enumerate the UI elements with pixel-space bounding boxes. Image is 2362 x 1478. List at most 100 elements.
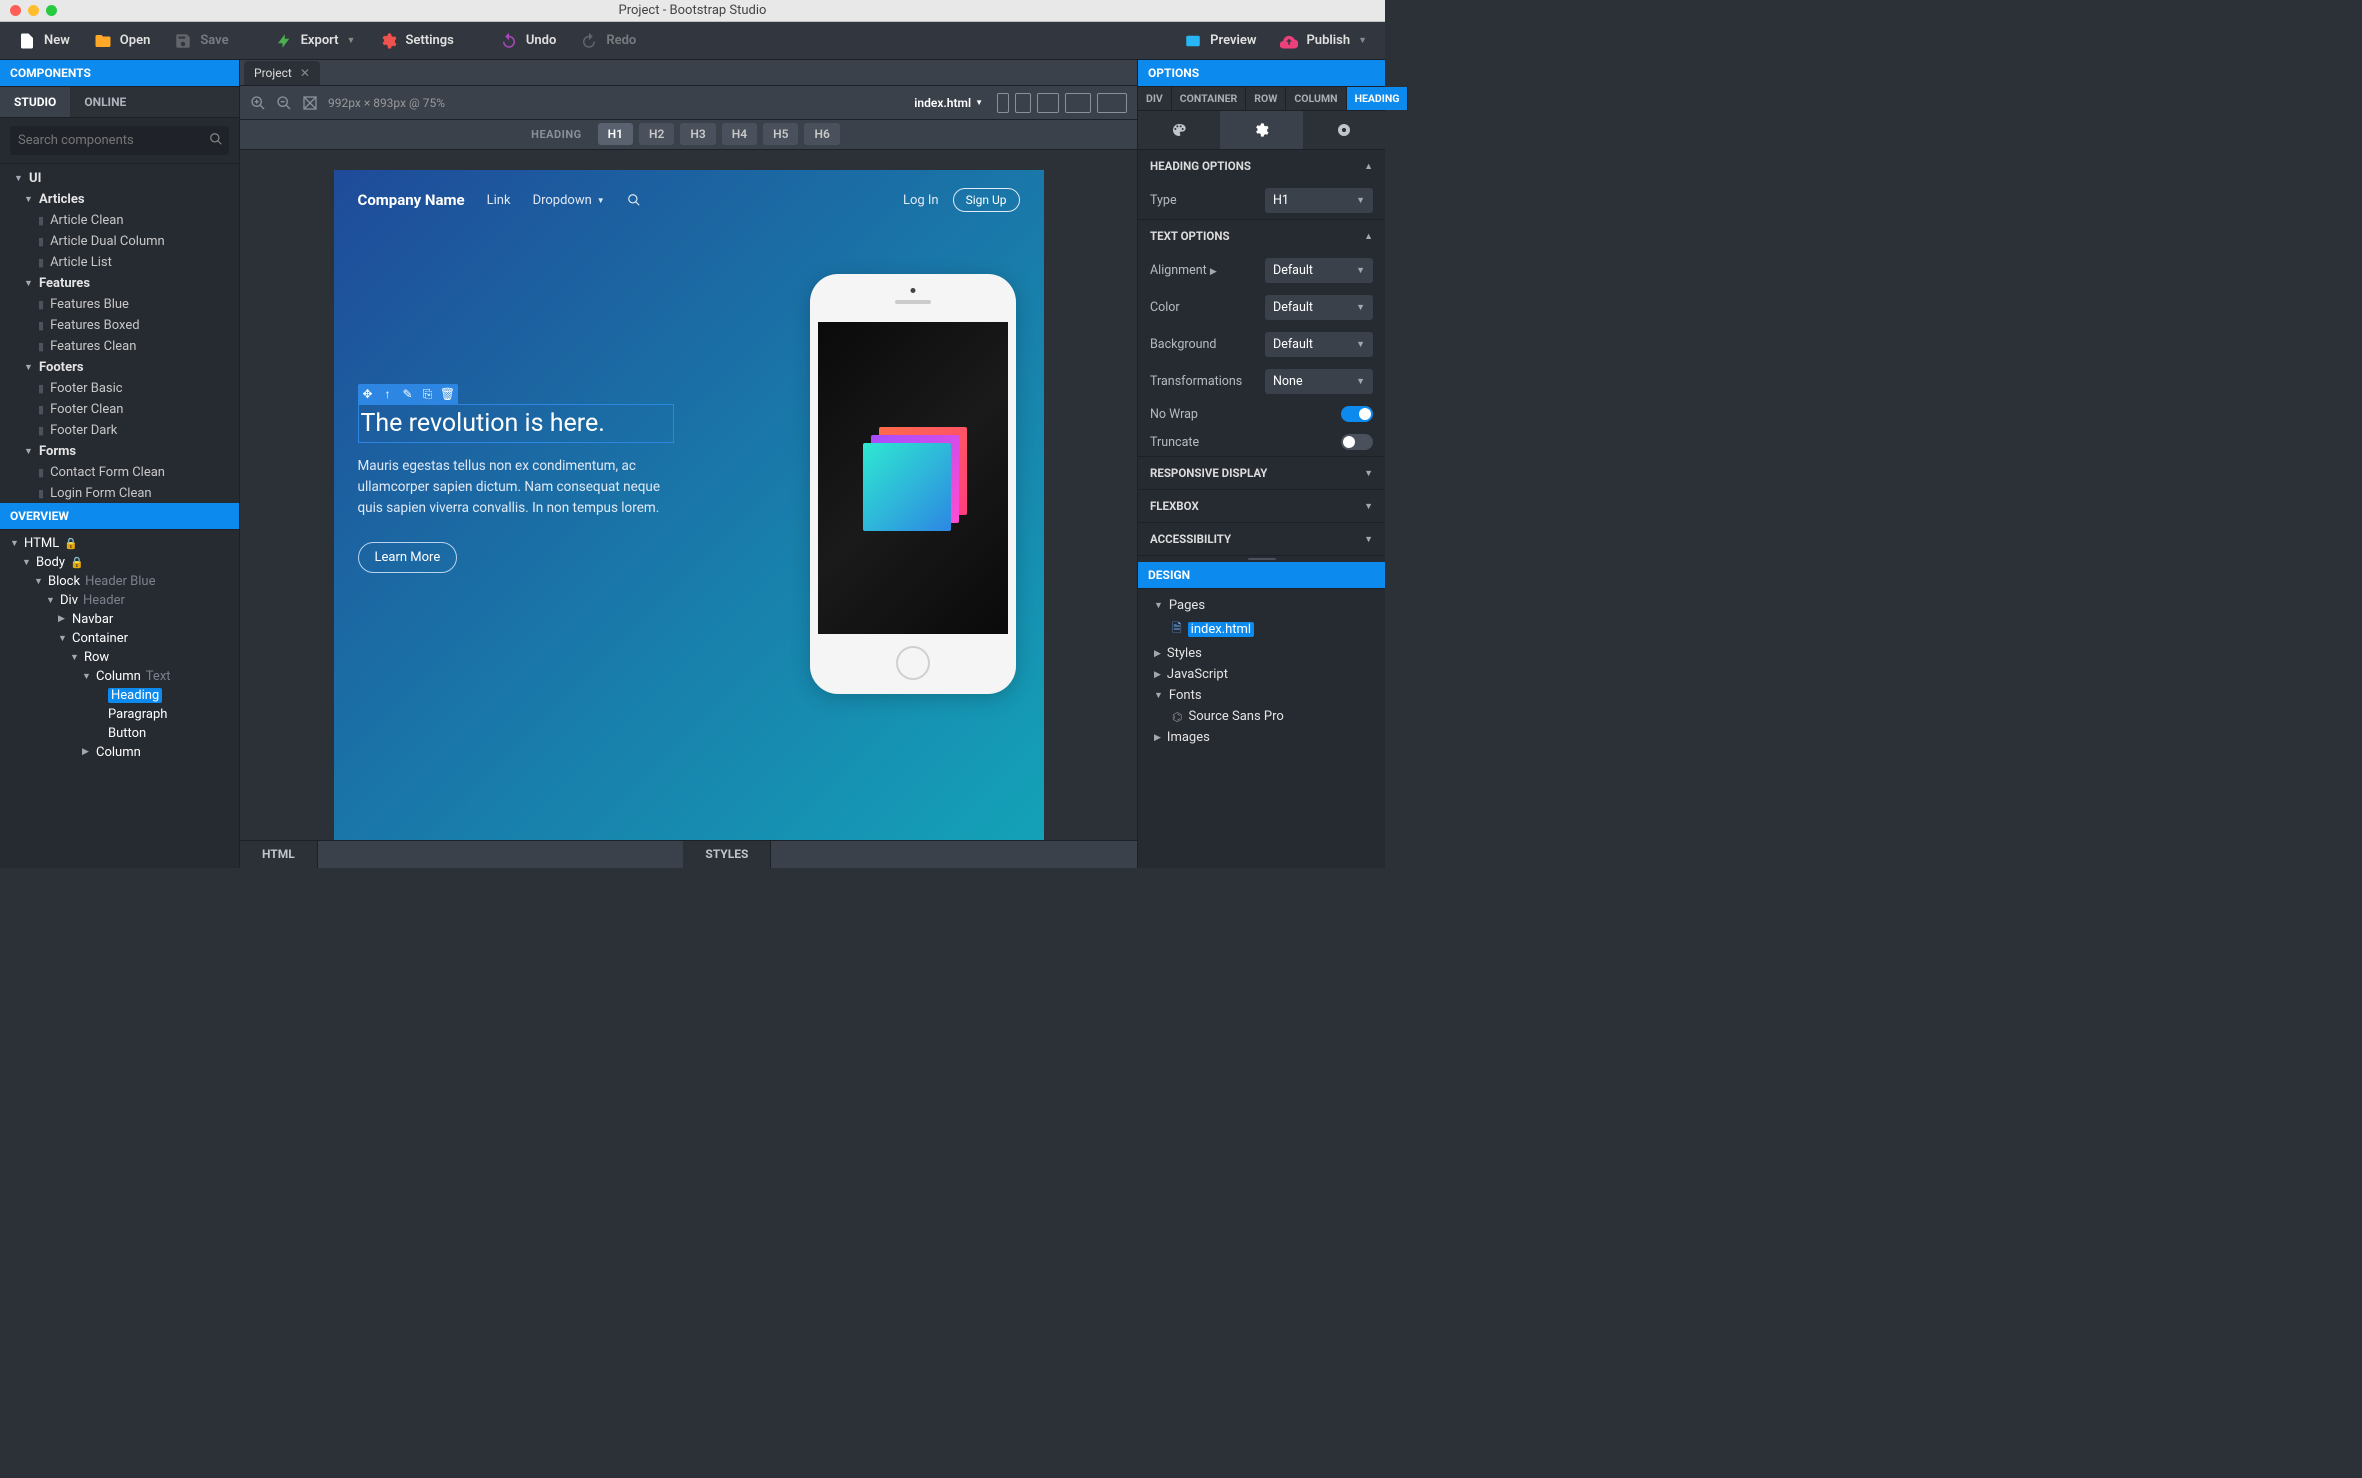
device-wide[interactable] [1097,93,1127,113]
file-tab-project[interactable]: Project ✕ [244,61,320,85]
heading-button-h4[interactable]: H4 [722,123,757,145]
tab-html[interactable]: HTML [240,841,318,868]
overview-row[interactable]: Paragraph [0,705,239,724]
component-item[interactable]: ▮ Features Clean [0,336,239,357]
component-item[interactable]: ▮ Features Boxed [0,315,239,336]
overview-row[interactable]: ▶Navbar [0,610,239,629]
device-phone[interactable] [997,93,1009,113]
settings-button[interactable]: Settings [369,26,463,56]
close-tab-icon[interactable]: ✕ [300,66,310,80]
text-options-header[interactable]: TEXT OPTIONS ▲ [1138,220,1385,252]
heading-button-h5[interactable]: H5 [763,123,798,145]
heading-options-header[interactable]: HEADING OPTIONS ▲ [1138,150,1385,182]
tab-animation[interactable] [1303,111,1385,149]
component-item[interactable]: ▮ Footer Dark [0,420,239,441]
design-row[interactable]: ▶Styles [1138,643,1385,664]
preview-signup[interactable]: Sign Up [953,188,1020,212]
minimize-window-button[interactable] [28,5,39,16]
heading-button-h1[interactable]: H1 [598,123,633,145]
move-icon[interactable]: ✥ [358,384,378,404]
preview-learn-more-button[interactable]: Learn More [358,542,458,573]
overview-row[interactable]: ▼Block Header Blue [0,572,239,591]
new-button[interactable]: New [8,26,80,56]
heading-button-h6[interactable]: H6 [804,123,839,145]
type-select[interactable]: H1▼ [1265,188,1373,213]
transformations-select[interactable]: None▼ [1265,369,1373,394]
device-tablet[interactable] [1015,93,1031,113]
overview-row[interactable]: Button [0,724,239,743]
preview-login[interactable]: Log In [903,193,939,208]
component-item[interactable]: ▮ Article Dual Column [0,231,239,252]
component-item[interactable]: ▮ Contact Form Clean [0,462,239,483]
close-window-button[interactable] [10,5,21,16]
design-row[interactable]: ▼Pages [1138,595,1385,616]
preview-button[interactable]: Preview [1174,26,1266,56]
alignment-select[interactable]: Default▼ [1265,258,1373,283]
component-category[interactable]: ▼ Articles [0,189,239,210]
component-item[interactable]: ▮ Article List [0,252,239,273]
background-select[interactable]: Default▼ [1265,332,1373,357]
fit-icon[interactable] [302,95,318,111]
color-select[interactable]: Default▼ [1265,295,1373,320]
tab-styles[interactable]: STYLES [683,841,771,868]
flexbox-header[interactable]: FLEXBOX ▼ [1138,490,1385,522]
device-desktop[interactable] [1065,93,1091,113]
selected-heading-element[interactable]: The revolution is here. [358,404,674,443]
publish-button[interactable]: Publish ▼ [1270,26,1377,56]
edit-icon[interactable]: ✎ [398,384,418,404]
breadcrumb-item[interactable]: COLUMN [1286,87,1346,110]
design-row[interactable]: 🗎index.html [1138,616,1385,643]
nowrap-toggle[interactable] [1341,406,1373,422]
overview-row[interactable]: Heading [0,686,239,705]
truncate-toggle[interactable] [1341,434,1373,450]
design-row[interactable]: ⌬Source Sans Pro [1138,706,1385,727]
heading-button-h3[interactable]: H3 [680,123,715,145]
design-row[interactable]: ▶JavaScript [1138,664,1385,685]
open-button[interactable]: Open [84,26,161,56]
preview-search-icon[interactable] [627,193,641,207]
component-item[interactable]: ▮ Features Blue [0,294,239,315]
overview-row[interactable]: ▼Column Text [0,667,239,686]
component-category[interactable]: ▼ Forms [0,441,239,462]
breadcrumb-item[interactable]: CONTAINER [1172,87,1247,110]
heading-button-h2[interactable]: H2 [639,123,674,145]
design-row[interactable]: ▼Fonts [1138,685,1385,706]
tab-appearance[interactable] [1138,111,1220,149]
preview-brand[interactable]: Company Name [358,191,465,209]
undo-button[interactable]: Undo [490,26,566,56]
component-item[interactable]: ▮ Footer Basic [0,378,239,399]
component-item[interactable]: ▮ Article Clean [0,210,239,231]
preview-paragraph[interactable]: Mauris egestas tellus non ex condimentum… [358,456,688,519]
breadcrumb-item[interactable]: DIV [1138,87,1172,110]
accessibility-header[interactable]: ACCESSIBILITY ▼ [1138,523,1385,555]
tab-online[interactable]: ONLINE [70,87,140,117]
overview-row[interactable]: ▼Row [0,648,239,667]
overview-row[interactable]: ▼HTML 🔒 [0,534,239,553]
export-button[interactable]: Export ▼ [265,26,366,56]
component-item[interactable]: ▮ Login Form Clean [0,483,239,503]
overview-row[interactable]: ▼Body 🔒 [0,553,239,572]
canvas[interactable]: Company Name Link Dropdown ▼ Log In Sign… [240,150,1137,840]
responsive-display-header[interactable]: RESPONSIVE DISPLAY ▼ [1138,457,1385,489]
search-components-input[interactable] [10,126,229,155]
component-item[interactable]: ▮ Footer Clean [0,399,239,420]
arrow-up-icon[interactable]: ↑ [378,384,398,404]
overview-row[interactable]: ▼Div Header [0,591,239,610]
device-laptop[interactable] [1037,93,1059,113]
current-file-dropdown[interactable]: index.html ▼ [914,96,983,110]
zoom-in-icon[interactable] [250,95,266,111]
breadcrumb-item[interactable]: ROW [1246,87,1286,110]
breadcrumb-item[interactable]: HEADING [1347,87,1409,110]
preview-link[interactable]: Link [487,193,511,208]
component-category[interactable]: ▼ Features [0,273,239,294]
component-group[interactable]: ▼ UI [0,168,239,189]
delete-icon[interactable]: 🗑 [438,384,458,404]
overview-row[interactable]: ▼Container [0,629,239,648]
zoom-out-icon[interactable] [276,95,292,111]
duplicate-icon[interactable]: ⎘ [418,384,438,404]
save-button[interactable]: Save [164,26,238,56]
component-category[interactable]: ▼ Footers [0,357,239,378]
redo-button[interactable]: Redo [570,26,646,56]
overview-row[interactable]: ▶Column [0,743,239,762]
maximize-window-button[interactable] [46,5,57,16]
